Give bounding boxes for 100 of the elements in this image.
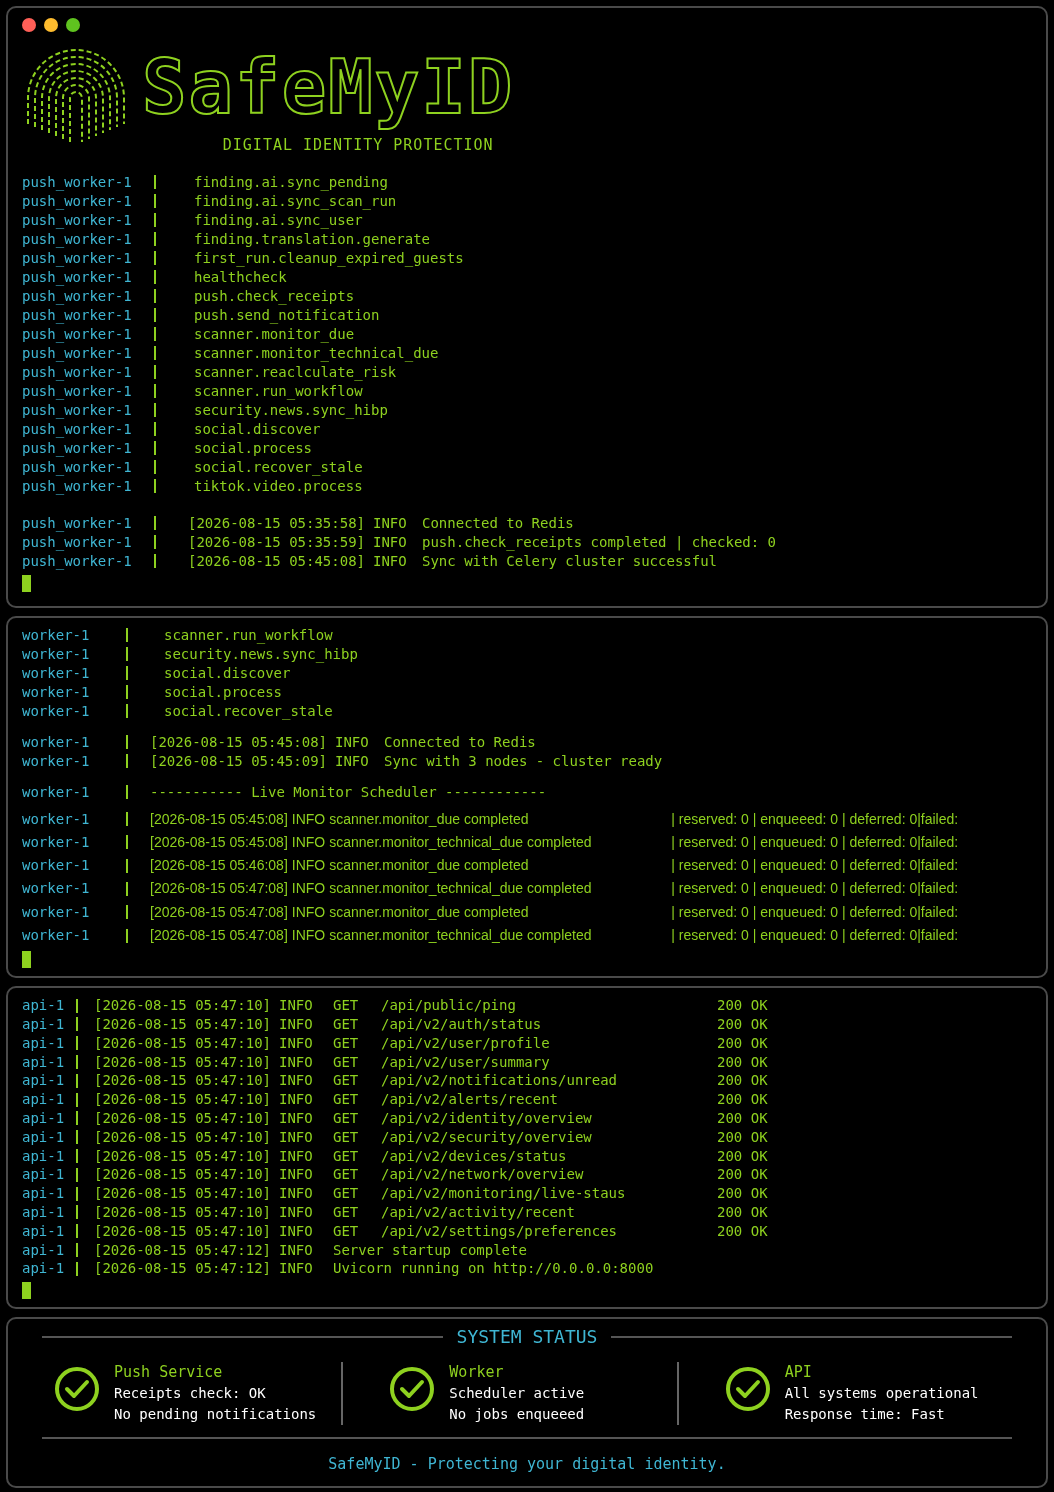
http-method: GET <box>333 996 360 1016</box>
log-level: INFO <box>279 1127 314 1147</box>
timestamp: [2026-08-15 05:47:08] <box>150 902 288 922</box>
tagline: DIGITAL IDENTITY PROTECTION <box>221 135 494 156</box>
timestamp: [2026-08-15 05:47:10] <box>93 1109 271 1128</box>
log-message: scanner.monitor_due completed <box>329 856 530 876</box>
timestamp: [2026-08-15 05:45:09] <box>149 751 327 771</box>
process-name: worker-1 <box>22 782 91 802</box>
status-detail: No jobs enqueeed <box>449 1405 585 1425</box>
status-detail: Scheduler active <box>449 1384 585 1404</box>
log-level: INFO <box>291 902 326 922</box>
http-method: GET <box>333 1015 360 1034</box>
task-name: finding.ai.sync_scan_run <box>193 191 397 211</box>
http-method: GET <box>333 1109 360 1128</box>
timestamp: [2026-08-15 05:45:08] <box>187 551 365 571</box>
process-name: worker-1 <box>22 856 91 876</box>
process-name: push_worker-1 <box>22 400 133 420</box>
http-method: GET <box>333 1071 360 1091</box>
process-name: api-1 <box>22 1165 66 1185</box>
task-name: security.news.sync_hibp <box>163 644 358 664</box>
log-level: INFO <box>291 926 326 945</box>
process-name: push_worker-1 <box>22 438 133 458</box>
timestamp: [2026-08-15 05:35:59] <box>187 532 365 552</box>
log-message: scanner.monitor_due completed <box>329 902 530 922</box>
log-message: scanner.monitor_technical_due completed <box>329 832 593 852</box>
timestamp: [2026-08-15 05:47:10] <box>93 996 271 1016</box>
status-code: 200 OK <box>717 1090 768 1110</box>
process-name: api-1 <box>22 1184 66 1204</box>
status-code: 200 OK <box>717 1071 768 1091</box>
process-name: worker-1 <box>22 732 91 752</box>
log-level: INFO <box>279 1221 314 1241</box>
terminal-cursor <box>22 574 31 592</box>
task-name: social.process <box>163 682 282 702</box>
log-message: Server startup complete <box>333 1240 527 1260</box>
footer-tagline: SafeMyID - Protecting your digital identity. <box>327 1454 727 1476</box>
log-level: INFO <box>335 751 370 771</box>
timestamp: [2026-08-15 05:47:10] <box>93 1146 271 1166</box>
process-name: api-1 <box>22 1127 66 1147</box>
process-name: api-1 <box>22 996 66 1016</box>
task-name: healthcheck <box>193 267 287 287</box>
process-name: api-1 <box>22 1240 66 1260</box>
timestamp: [2026-08-15 05:47:12] <box>93 1240 271 1260</box>
process-name: api-1 <box>22 1090 66 1110</box>
process-name: push_worker-1 <box>22 191 133 211</box>
task-name: scanner.reaclculate_risk <box>193 362 397 382</box>
http-method: GET <box>333 1090 360 1110</box>
log-level: INFO <box>279 1109 314 1128</box>
request-path: /api/public/ping <box>381 996 517 1016</box>
task-name: finding.ai.sync_user <box>193 210 363 230</box>
log-message: scanner.monitor_technical_due completed <box>329 926 593 945</box>
timestamp: [2026-08-15 05:47:10] <box>93 1165 271 1185</box>
process-name: push_worker-1 <box>22 551 133 571</box>
process-name: push_worker-1 <box>22 210 133 230</box>
task-name: push.check_receipts <box>193 286 355 306</box>
process-name: push_worker-1 <box>22 286 133 306</box>
timestamp: [2026-08-15 05:46:08] <box>150 856 288 876</box>
process-name: api-1 <box>22 1221 66 1241</box>
timestamp: [2026-08-15 05:47:10] <box>93 1071 271 1091</box>
status-code: 200 OK <box>717 1109 768 1128</box>
log-level: INFO <box>291 809 326 829</box>
task-name: social.discover <box>163 663 291 683</box>
log-level: INFO <box>279 1240 314 1260</box>
process-name: api-1 <box>22 1015 66 1034</box>
service-name: Worker <box>449 1362 505 1384</box>
task-name: scanner.monitor_technical_due <box>193 343 439 363</box>
status-code: 200 OK <box>717 1221 768 1241</box>
timestamp: [2026-08-15 05:47:12] <box>93 1259 271 1279</box>
process-name: worker-1 <box>22 926 91 945</box>
request-path: /api/v2/notifications/unread <box>381 1071 619 1091</box>
log-level: INFO <box>279 1259 314 1279</box>
queue-stats: | reserved: 0 | enqueeed: 0 | deferred: 0|failed: <box>671 809 959 829</box>
request-path: /api/v2/activity/recent <box>381 1203 576 1222</box>
task-name: finding.translation.generate <box>193 229 430 249</box>
status-code: 200 OK <box>717 1033 768 1053</box>
timestamp: [2026-08-15 05:47:10] <box>93 1203 271 1222</box>
process-name: worker-1 <box>22 701 91 721</box>
task-name: social.discover <box>193 419 321 439</box>
process-name: api-1 <box>22 1033 66 1053</box>
logo-wordmark: SafeMyID <box>142 43 515 132</box>
status-code: 200 OK <box>717 1015 768 1034</box>
timestamp: [2026-08-15 05:47:10] <box>93 1015 271 1034</box>
request-path: /api/v2/security/overview <box>381 1127 593 1147</box>
process-name: push_worker-1 <box>22 343 133 363</box>
timestamp: [2026-08-15 05:47:10] <box>93 1127 271 1147</box>
process-name: push_worker-1 <box>22 381 133 401</box>
log-message: scanner.monitor_due completed <box>329 809 530 829</box>
log-message: Uvicorn running on http://0.0.0.0:8000 <box>333 1259 654 1279</box>
request-path: /api/v2/identity/overview <box>381 1109 593 1128</box>
log-level: INFO <box>279 996 314 1016</box>
task-name: tiktok.video.process <box>193 476 363 496</box>
timestamp: [2026-08-15 05:45:08] <box>149 732 327 752</box>
process-name: push_worker-1 <box>22 419 133 439</box>
status-code: 200 OK <box>717 1146 768 1166</box>
timestamp: [2026-08-15 05:47:10] <box>93 1221 271 1241</box>
timestamp: [2026-08-15 05:45:08] <box>150 809 288 829</box>
request-path: /api/v2/monitoring/live-staus <box>381 1184 627 1204</box>
section-divider-text: ----------- Live Monitor Scheduler ------------ <box>149 782 547 802</box>
process-name: api-1 <box>22 1203 66 1222</box>
status-code: 200 OK <box>717 1127 768 1147</box>
log-level: INFO <box>335 732 370 752</box>
